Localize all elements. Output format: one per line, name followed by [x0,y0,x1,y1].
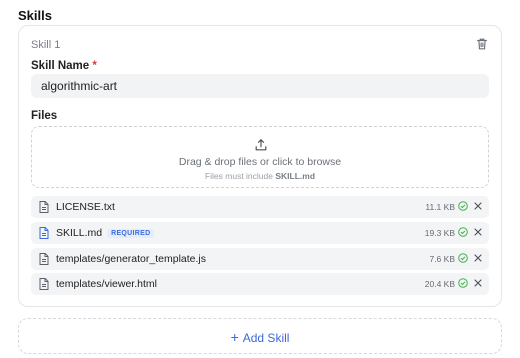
dropzone-hint-prefix: Files must include [204,171,273,181]
check-circle-icon [458,201,468,211]
file-name: templates/generator_template.js [56,253,206,265]
skills-section-title: Skills [18,8,52,23]
dropzone-text: Drag & drop files or click to browse [178,156,342,168]
file-icon [39,201,49,213]
skill-card-title: Skill 1 [31,39,61,51]
dropzone-hint: Files must include SKILL.md [32,171,488,181]
file-name: LICENSE.txt [56,201,115,213]
close-icon[interactable] [474,254,482,262]
skill-card: Skill 1 Skill Name * Files Drag & drop f… [18,25,502,307]
check-circle-icon [458,253,468,263]
file-icon [39,227,49,239]
file-row: templates/generator_template.js 7.6 KB [31,248,489,270]
upload-icon [255,139,267,151]
close-icon[interactable] [474,228,482,236]
close-icon[interactable] [474,279,482,287]
plus-icon: + [230,329,239,345]
close-icon[interactable] [474,202,482,210]
add-skill-label: Add Skill [242,331,290,345]
trash-icon[interactable] [475,37,489,51]
file-size: 11.1 KB [425,202,455,212]
required-badge: REQUIRED [107,229,155,238]
check-circle-icon [458,227,468,237]
file-size: 7.6 KB [429,254,455,264]
skill-name-label: Skill Name * [31,60,97,72]
add-skill-content: + Add Skill [19,329,501,345]
file-name-text: SKILL.md [56,227,103,239]
file-row: LICENSE.txt 11.1 KB [31,196,489,218]
file-name: SKILL.md REQUIRED [56,227,155,239]
add-skill-button[interactable]: + Add Skill [18,318,502,354]
file-dropzone[interactable]: Drag & drop files or click to browse Fil… [31,126,489,188]
file-size: 20.4 KB [424,279,455,289]
check-circle-icon [458,278,468,288]
file-icon [39,253,49,265]
file-row: templates/viewer.html 20.4 KB [31,273,489,295]
file-name: templates/viewer.html [56,278,157,290]
file-icon [39,278,49,290]
files-label: Files [31,110,58,122]
dropzone-hint-file: SKILL.md [275,171,316,181]
skill-name-input[interactable] [31,74,489,98]
required-marker: * [92,60,97,72]
file-row: SKILL.md REQUIRED 19.3 KB [31,222,489,244]
skill-name-label-text: Skill Name [31,60,90,72]
file-size: 19.3 KB [424,228,455,238]
